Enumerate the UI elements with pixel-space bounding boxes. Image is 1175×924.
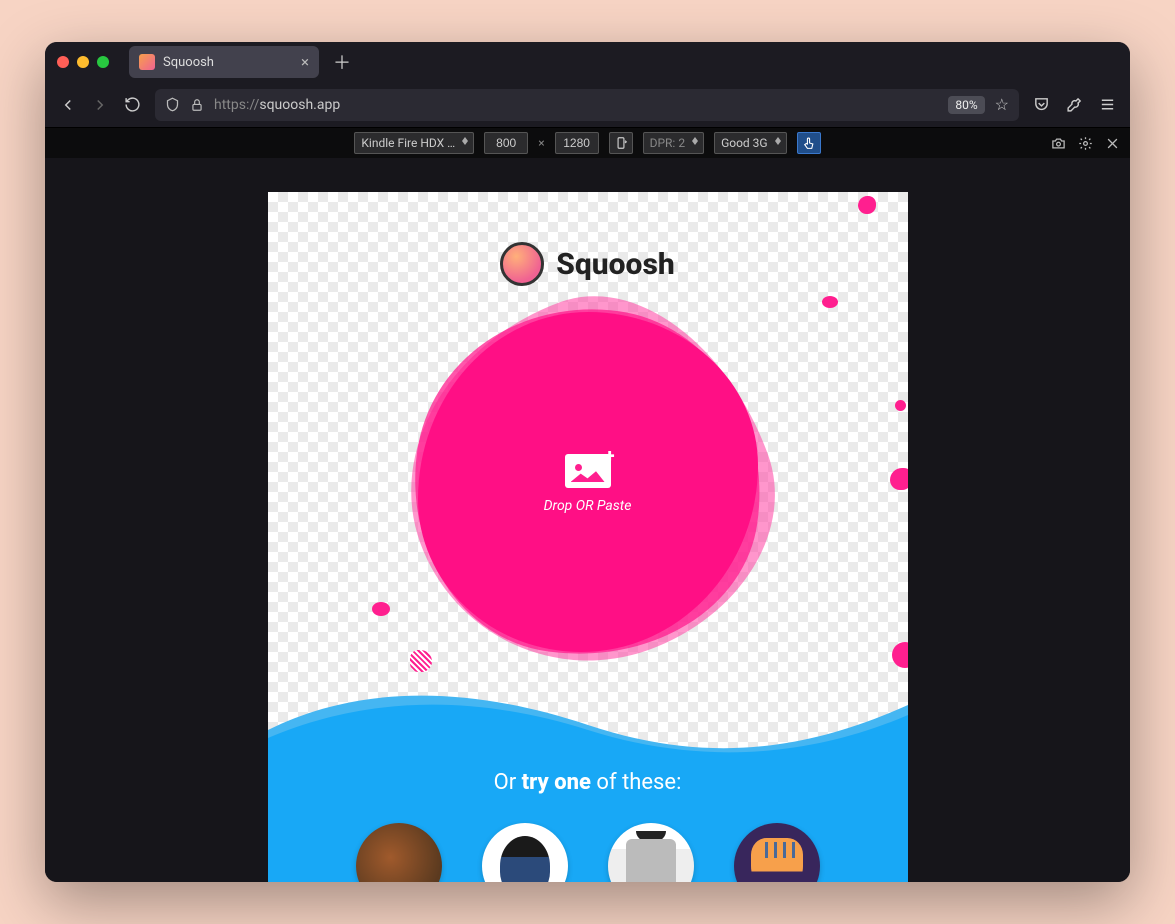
zoom-indicator[interactable]: 80% [948, 96, 984, 114]
wave-divider [268, 680, 908, 760]
dpr-select[interactable]: DPR: 2 [643, 132, 704, 154]
sample-image-illustration[interactable] [482, 823, 568, 882]
sample-image-red-panda[interactable] [356, 823, 442, 882]
bookmark-star-button[interactable]: ☆ [995, 95, 1009, 114]
squoosh-logo-icon [500, 242, 544, 286]
touch-simulation-button[interactable] [797, 132, 821, 154]
squoosh-app: Squoosh + Drop OR Paste [268, 192, 908, 882]
new-tab-button[interactable]: ＋ [329, 49, 355, 75]
address-bar[interactable]: https://squoosh.app 80% ☆ [155, 89, 1019, 121]
shield-icon[interactable] [165, 97, 180, 112]
reload-button[interactable] [123, 96, 141, 114]
sample-image-device[interactable] [608, 823, 694, 882]
samples-section: Or try one of these: [268, 680, 908, 882]
wrench-icon[interactable] [1066, 96, 1083, 113]
close-window-button[interactable] [57, 56, 69, 68]
decor-dot [890, 468, 908, 490]
settings-gear-icon[interactable] [1078, 136, 1093, 151]
tab-title: Squoosh [163, 55, 214, 70]
screenshot-icon[interactable] [1051, 136, 1066, 151]
viewport-canvas: Squoosh + Drop OR Paste [45, 158, 1130, 882]
browser-tab[interactable]: Squoosh × [129, 46, 319, 78]
maximize-window-button[interactable] [97, 56, 109, 68]
url-text: https://squoosh.app [214, 97, 938, 113]
toolbar-right [1033, 96, 1116, 113]
tab-strip: Squoosh × ＋ [45, 42, 1130, 82]
viewport-height-input[interactable] [555, 132, 599, 154]
forward-button[interactable] [91, 96, 109, 114]
menu-button[interactable] [1099, 96, 1116, 113]
decor-dot [858, 196, 876, 214]
tab-favicon-icon [139, 54, 155, 70]
toolbar: https://squoosh.app 80% ☆ [45, 82, 1130, 128]
pocket-icon[interactable] [1033, 96, 1050, 113]
drop-zone[interactable]: + Drop OR Paste [418, 312, 758, 652]
dimension-separator: × [538, 136, 544, 150]
browser-window: Squoosh × ＋ https://squoosh.app 80% ☆ [45, 42, 1130, 882]
rotate-viewport-button[interactable] [609, 132, 633, 154]
drop-label: Drop OR Paste [544, 498, 632, 514]
tab-close-button[interactable]: × [301, 53, 309, 71]
responsive-design-bar: Kindle Fire HDX … × DPR: 2 Good 3G [45, 128, 1130, 158]
decor-dot [892, 642, 908, 668]
lock-icon[interactable] [190, 98, 204, 112]
decor-dot [410, 650, 432, 672]
app-logo: Squoosh [268, 242, 908, 286]
sample-image-hand[interactable] [734, 823, 820, 882]
samples-heading: Or try one of these: [268, 770, 908, 795]
app-title: Squoosh [556, 247, 674, 282]
decor-dot [372, 602, 390, 616]
back-button[interactable] [59, 96, 77, 114]
minimize-window-button[interactable] [77, 56, 89, 68]
decor-dot [895, 400, 906, 411]
throttle-select[interactable]: Good 3G [714, 132, 787, 154]
device-frame: Squoosh + Drop OR Paste [268, 192, 908, 882]
window-controls [57, 56, 109, 68]
device-select[interactable]: Kindle Fire HDX … [354, 132, 474, 154]
decor-dot [822, 296, 838, 308]
add-image-icon: + [565, 450, 611, 488]
close-devtools-button[interactable] [1105, 136, 1120, 151]
viewport-width-input[interactable] [484, 132, 528, 154]
